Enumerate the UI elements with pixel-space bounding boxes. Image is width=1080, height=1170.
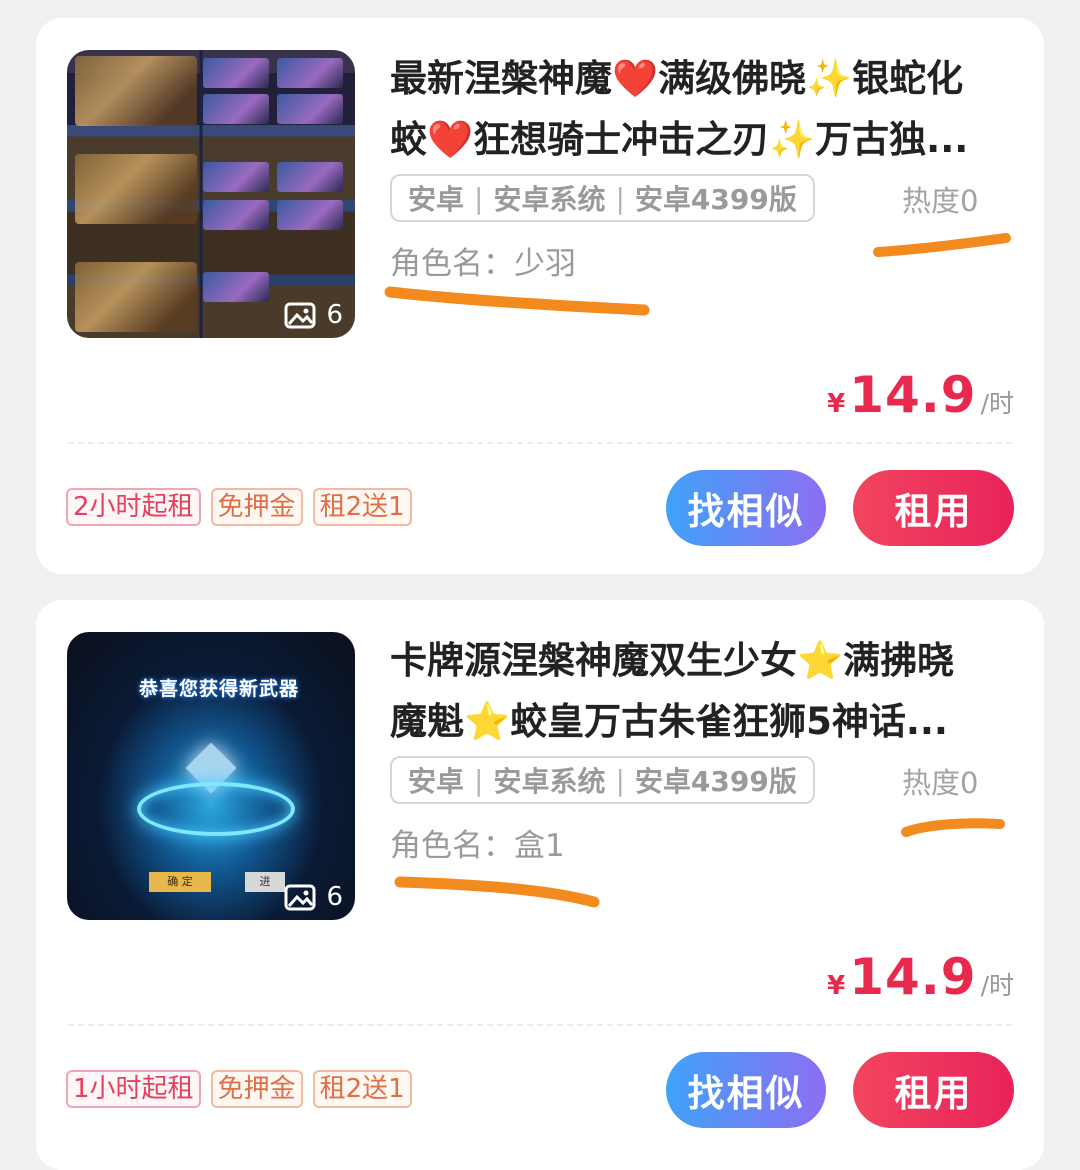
role-name: 角色名：少羽	[390, 246, 576, 282]
badge-list: 2小时起租 免押金 租2送1	[66, 488, 412, 526]
platform-tags: 安卓 | 安卓系统 | 安卓4399版	[390, 756, 815, 804]
heat-indicator: 热度0	[902, 184, 979, 218]
photo-count-value: 6	[326, 300, 343, 330]
listing-thumbnail[interactable]: 6	[67, 50, 355, 338]
thumbnail-confirm-text: 确 定	[149, 872, 211, 892]
price: ¥ 14.9 /时	[827, 948, 1014, 1006]
find-similar-button[interactable]: 找相似	[666, 470, 826, 546]
image-gallery-icon	[284, 884, 316, 911]
listing-card-2[interactable]: 恭喜您获得新武器 确 定 进 6 卡牌源涅槃神魔双生少女⭐满拂晓 魔魁⭐蛟皇万古…	[36, 600, 1044, 1170]
badge-list: 1小时起租 免押金 租2送1	[66, 1070, 412, 1108]
badge-no-deposit: 免押金	[210, 488, 303, 526]
image-gallery-icon	[284, 302, 316, 329]
badge-min-rent: 2小时起租	[66, 488, 201, 526]
scribble-mark	[394, 876, 600, 908]
rent-button[interactable]: 租用	[853, 1052, 1014, 1128]
listing-card-1[interactable]: 6 最新涅槃神魔❤️满级佛晓✨银蛇化 蛟❤️狂想骑士冲击之刃✨万古独... 安卓…	[36, 18, 1044, 574]
platform-tags: 安卓 | 安卓系统 | 安卓4399版	[390, 174, 815, 222]
photo-count: 6	[284, 300, 343, 330]
photo-count-value: 6	[326, 882, 343, 912]
scribble-mark	[873, 233, 1011, 257]
photo-count: 6	[284, 882, 343, 912]
badge-promo: 租2送1	[312, 488, 412, 526]
thumbnail-next-text: 进	[245, 872, 285, 892]
listing-thumbnail[interactable]: 恭喜您获得新武器 确 定 进 6	[67, 632, 355, 920]
scribble-mark	[384, 286, 650, 316]
badge-no-deposit: 免押金	[210, 1070, 303, 1108]
badge-min-rent: 1小时起租	[66, 1070, 201, 1108]
badge-promo: 租2送1	[312, 1070, 412, 1108]
scribble-mark	[901, 818, 1005, 837]
find-similar-button[interactable]: 找相似	[666, 1052, 826, 1128]
role-name: 角色名：盒1	[390, 828, 565, 864]
heat-indicator: 热度0	[902, 766, 979, 800]
listing-title[interactable]: 最新涅槃神魔❤️满级佛晓✨银蛇化 蛟❤️狂想骑士冲击之刃✨万古独...	[390, 48, 1010, 170]
price: ¥ 14.9 /时	[827, 366, 1014, 424]
thumbnail-banner-text: 恭喜您获得新武器	[138, 678, 299, 700]
rent-button[interactable]: 租用	[853, 470, 1014, 546]
listing-title[interactable]: 卡牌源涅槃神魔双生少女⭐满拂晓 魔魁⭐蛟皇万古朱雀狂狮5神话...	[390, 630, 1010, 752]
divider	[68, 1024, 1012, 1026]
divider	[68, 442, 1012, 444]
